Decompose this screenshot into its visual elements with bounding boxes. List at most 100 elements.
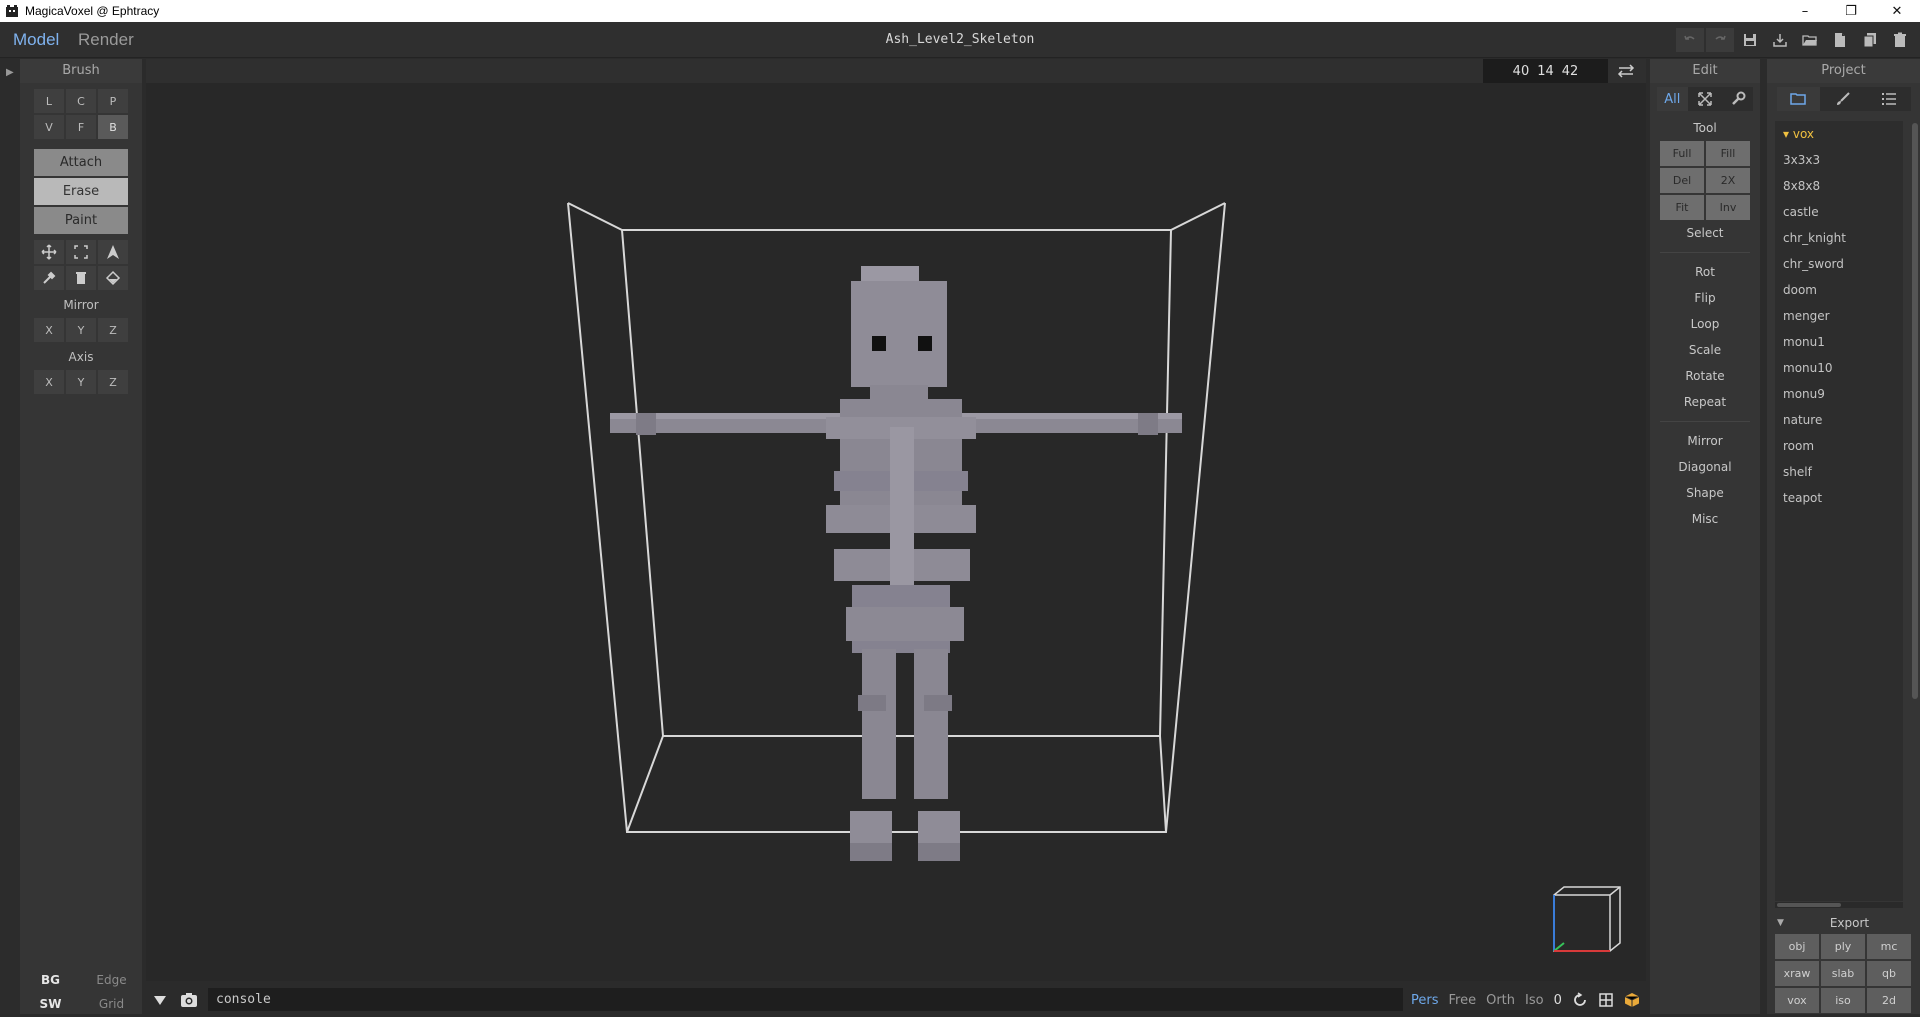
file-item[interactable]: chr_knight [1775,225,1903,251]
file-list-scrollbar[interactable] [1912,123,1918,699]
minimize-button[interactable]: – [1782,0,1828,22]
repeat-menu[interactable]: Repeat [1650,389,1760,415]
picker-tool-button[interactable] [34,266,64,290]
reset-view-icon[interactable] [1572,992,1588,1008]
close-window-button[interactable]: ✕ [1874,0,1920,22]
tab-render[interactable]: Render [78,30,134,50]
delete-button[interactable] [1886,28,1914,52]
view-free-button[interactable]: Free [1449,993,1477,1008]
export-iso-button[interactable]: iso [1821,988,1865,1013]
fit-button[interactable]: Fit [1660,195,1704,220]
save-button[interactable] [1736,28,1764,52]
project-tab-list[interactable] [1867,87,1910,111]
axis-x-button[interactable]: X [34,370,64,394]
voxel-cube-icon[interactable] [1624,992,1640,1008]
pointer-tool-button[interactable] [98,240,128,264]
clear-tool-button[interactable] [66,266,96,290]
attach-button[interactable]: Attach [34,149,128,176]
move-tool-button[interactable] [34,240,64,264]
file-item[interactable]: 3x3x3 [1775,147,1903,173]
full-button[interactable]: Full [1660,141,1704,166]
new-button[interactable] [1826,28,1854,52]
scale-menu[interactable]: Scale [1650,337,1760,363]
axis-z-button[interactable]: Z [98,370,128,394]
export-slab-button[interactable]: slab [1821,961,1865,986]
view-iso-button[interactable]: Iso [1525,993,1544,1008]
export-qb-button[interactable]: qb [1867,961,1911,986]
edit-tab-tools[interactable] [1722,87,1753,111]
rotate-menu[interactable]: Rotate [1650,363,1760,389]
select-menu[interactable]: Select [1650,220,1760,246]
file-item[interactable]: chr_sword [1775,251,1903,277]
export-mc-button[interactable]: mc [1867,934,1911,959]
brush-shape-pattern[interactable]: P [98,89,128,113]
file-item[interactable]: teapot [1775,485,1903,511]
diagonal-menu[interactable]: Diagonal [1650,454,1760,480]
brush-shape-box[interactable]: B [98,115,128,139]
mirror-x-button[interactable]: X [34,318,64,342]
3d-viewport[interactable]: 40 14 42 [146,59,1646,981]
export-obj-button[interactable]: obj [1775,934,1819,959]
voxel-scene[interactable] [146,59,1646,981]
file-item[interactable]: monu9 [1775,381,1903,407]
double-button[interactable]: 2X [1706,168,1750,193]
file-item[interactable]: monu10 [1775,355,1903,381]
redo-button[interactable] [1706,28,1734,52]
bg-toggle[interactable]: BG [20,973,81,987]
inv-button[interactable]: Inv [1706,195,1750,220]
open-button[interactable] [1796,28,1824,52]
duplicate-button[interactable] [1856,28,1884,52]
flip-menu[interactable]: Flip [1650,285,1760,311]
edit-tab-transform[interactable] [1690,87,1721,111]
file-item[interactable]: doom [1775,277,1903,303]
file-item[interactable]: monu1 [1775,329,1903,355]
file-item[interactable]: 8x8x8 [1775,173,1903,199]
view-pers-button[interactable]: Pers [1411,993,1439,1008]
export-vox-button[interactable]: vox [1775,988,1819,1013]
expand-arrow-icon[interactable]: ▶ [6,67,14,78]
tab-model[interactable]: Model [13,30,59,50]
misc-menu[interactable]: Misc [1650,506,1760,532]
file-item[interactable]: room [1775,433,1903,459]
undo-button[interactable] [1676,28,1704,52]
brush-shape-line[interactable]: L [34,89,64,113]
save-as-button[interactable] [1766,28,1794,52]
export-header[interactable]: ▼ Export [1775,911,1911,935]
view-orth-button[interactable]: Orth [1486,993,1515,1008]
select-tool-button[interactable] [66,240,96,264]
mirror-z-button[interactable]: Z [98,318,128,342]
paint-button[interactable]: Paint [34,207,128,234]
folder-vox[interactable]: ▾ vox [1775,121,1903,147]
fill-button[interactable]: Fill [1706,141,1750,166]
axis-y-button[interactable]: Y [66,370,96,394]
file-list-hscrollbar[interactable] [1775,902,1903,908]
export-xraw-button[interactable]: xraw [1775,961,1819,986]
file-item[interactable]: castle [1775,199,1903,225]
console-toggle-icon[interactable] [152,992,168,1008]
shape-menu[interactable]: Shape [1650,480,1760,506]
del-button[interactable]: Del [1660,168,1704,193]
camera-icon[interactable] [180,991,198,1009]
mirror-y-button[interactable]: Y [66,318,96,342]
erase-button[interactable]: Erase [34,178,128,205]
brush-shape-face[interactable]: F [66,115,96,139]
brush-shape-voxel[interactable]: V [34,115,64,139]
layout-icon[interactable] [1598,992,1614,1008]
rot-menu[interactable]: Rot [1650,259,1760,285]
file-item[interactable]: nature [1775,407,1903,433]
hscroll-thumb[interactable] [1777,903,1841,907]
sw-toggle[interactable]: SW [20,997,81,1011]
console-input[interactable]: console [208,988,1403,1011]
brush-shape-center[interactable]: C [66,89,96,113]
loop-menu[interactable]: Loop [1650,311,1760,337]
grid-toggle[interactable]: Grid [81,997,142,1011]
file-item[interactable]: shelf [1775,459,1903,485]
orientation-cube-icon[interactable] [1542,883,1622,963]
fill-tool-button[interactable] [98,266,128,290]
edge-toggle[interactable]: Edge [81,973,142,987]
project-tab-palette[interactable] [1822,87,1865,111]
export-ply-button[interactable]: ply [1821,934,1865,959]
project-tab-files[interactable] [1776,87,1820,111]
restore-button[interactable]: ❐ [1828,0,1874,22]
file-item[interactable]: menger [1775,303,1903,329]
